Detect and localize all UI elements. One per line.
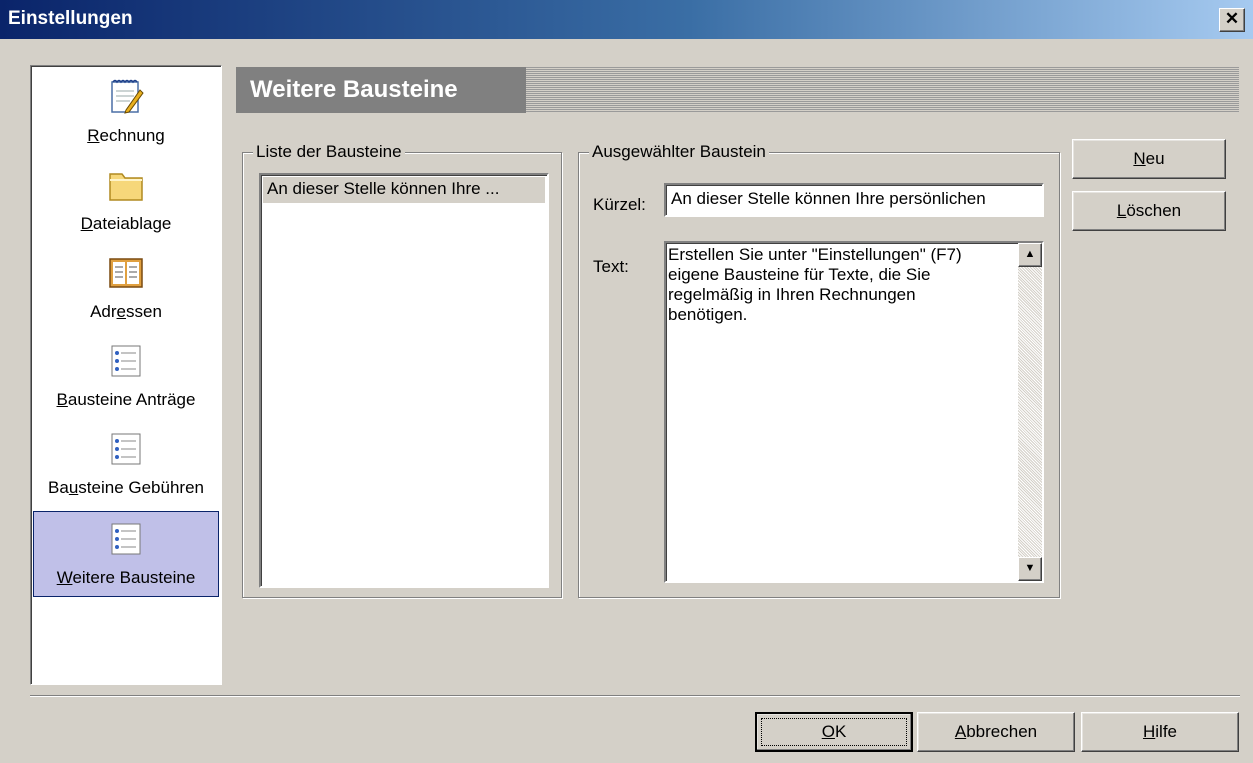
text-blocks-icon [111,433,141,465]
folder-icon [109,173,143,201]
page-header: Weitere Bausteine [236,67,1239,113]
window-title: Einstellungen [8,8,133,29]
notepad-icon [111,79,144,114]
baustein-listbox[interactable]: An dieser Stelle können Ihre ... [259,173,549,588]
text-textarea[interactable]: Erstellen Sie unter "Einstellungen" (F7)… [664,241,1044,583]
text-label: Text: [593,257,629,276]
delete-button[interactable]: Löschen [1072,191,1226,231]
list-group-legend: Liste der Bausteine [253,142,405,162]
text-blocks-icon [111,523,141,555]
settings-sidebar: Rechnung Dateiablage Adressen Bausteine … [30,65,222,685]
text-textarea-content: Erstellen Sie unter "Einstellungen" (F7)… [668,245,962,324]
arrow-down-icon: ▼ [1024,562,1036,574]
detail-groupbox: Ausgewählter Baustein Kürzel: An dieser … [578,142,1060,598]
kuerzel-label: Kürzel: [593,195,646,214]
title-bar: Einstellungen ✕ [0,0,1253,40]
list-item[interactable]: An dieser Stelle können Ihre ... [263,177,545,203]
detail-group-legend: Ausgewählter Baustein [589,142,769,162]
sidebar-item-adressen[interactable]: Adressen [33,246,219,332]
scroll-up-button[interactable]: ▲ [1018,243,1042,267]
ok-button[interactable]: OK [755,712,913,752]
help-button[interactable]: Hilfe [1081,712,1239,752]
arrow-up-icon: ▲ [1024,248,1036,260]
kuerzel-input[interactable]: An dieser Stelle können Ihre persönliche… [664,183,1044,217]
list-groupbox: Liste der Bausteine An dieser Stelle kön… [242,142,562,598]
new-button[interactable]: Neu [1072,139,1226,179]
text-blocks-icon [111,345,141,377]
sidebar-item-dateiablage[interactable]: Dateiablage [33,158,219,244]
page-title: Weitere Bausteine [236,67,526,113]
address-book-icon [109,258,143,288]
close-icon: ✕ [1224,9,1240,28]
vertical-scrollbar[interactable]: ▲ ▼ [1018,243,1042,581]
sidebar-item-bausteine-antraege[interactable]: Bausteine Anträge [33,334,219,420]
sidebar-item-weitere-bausteine[interactable]: Weitere Bausteine [33,511,219,597]
scroll-down-button[interactable]: ▼ [1018,557,1042,581]
focus-rect [761,718,907,746]
cancel-button[interactable]: Abbrechen [917,712,1075,752]
close-button[interactable]: ✕ [1219,8,1245,32]
sidebar-item-rechnung[interactable]: Rechnung [33,70,219,156]
sidebar-item-bausteine-gebuehren[interactable]: Bausteine Gebühren [33,422,219,508]
footer-separator [30,695,1240,697]
